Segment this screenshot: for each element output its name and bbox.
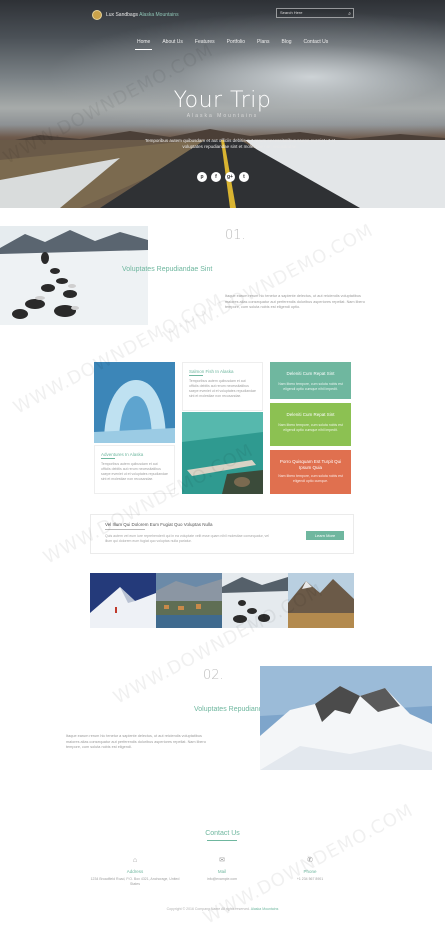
google-plus-icon[interactable]: g+ <box>225 172 235 182</box>
facebook-icon[interactable]: f <box>211 172 221 182</box>
footer-text: Copyright © 2016 Company Name All rights… <box>166 907 250 911</box>
feature-tile-title: Porro Quisquam Est Turpit Qui Ipsum Quia <box>279 459 342 470</box>
hero-section: Lux Sandbags Alaska Mountains Search Her… <box>0 0 445 208</box>
info-box-divider <box>105 529 145 530</box>
snowy-mountain-image <box>260 666 432 770</box>
brand-name: Alaska Mountains <box>139 12 179 18</box>
feature-card-divider <box>101 458 115 459</box>
contact-mail-label: Mail <box>217 869 227 874</box>
nav-portfolio[interactable]: Portfolio <box>221 38 251 46</box>
feature-tile-title: Deleniti Cum Repat Sint <box>286 412 335 417</box>
info-box-text: Quis autem vel eum iure reprehenderit qu… <box>105 534 270 543</box>
footer-link[interactable]: Alaska Mountains <box>251 907 279 911</box>
feature-card-text: Temporibus autem quibusdam et aut offici… <box>101 462 168 481</box>
feature-card-title: Salmon Fish In Alaska <box>189 369 234 374</box>
mail-icon: ✉ <box>219 857 225 864</box>
hero-sky <box>0 0 445 140</box>
contact-title: Contact Us <box>205 830 240 837</box>
home-icon: ⌂ <box>132 857 138 864</box>
social-links: p f g+ t <box>197 172 249 182</box>
contact-mail-text[interactable]: info@example.com <box>177 877 267 882</box>
contact-address-text: 1234 Broadfield Road, P.O. Box 4321, Anc… <box>90 877 180 886</box>
info-box-heading: Vel Illum Qui Dolorem Eum Fugiat Quo Vol… <box>105 522 213 527</box>
phone-icon: ✆ <box>307 857 313 864</box>
nav-features[interactable]: Features <box>189 38 221 46</box>
kayak-image <box>182 412 263 494</box>
gallery-image-sled-dogs[interactable] <box>222 573 288 628</box>
feature-tile-2[interactable]: Deleniti Cum Repat Sint Nam libero tempo… <box>270 403 351 446</box>
twitter-icon[interactable]: t <box>239 172 249 182</box>
nav-about[interactable]: About Us <box>156 38 189 46</box>
nav-contact[interactable]: Contact Us <box>298 38 335 46</box>
nav-home[interactable]: Home <box>131 38 156 50</box>
watermark: WWW.DOWNDEMO.COM <box>160 219 377 349</box>
search-icon[interactable]: ⌕ <box>348 10 351 18</box>
gallery-image-desert-mountain[interactable] <box>288 573 354 628</box>
hero-subtitle: Alaska Mountains <box>186 113 259 119</box>
contact-phone: ✆ Phone +1 234 567 8901 <box>265 856 355 882</box>
feature-card-adventures: Adventures In Alaska Temporibus autem qu… <box>94 445 175 494</box>
gallery-image-skier[interactable] <box>90 573 156 628</box>
contact-divider <box>207 840 237 841</box>
contact-address-label: Address <box>126 869 144 874</box>
brand[interactable]: Lux Sandbags Alaska Mountains <box>106 10 179 20</box>
section1-heading: Voluptates Repudiandae Sint <box>122 266 213 273</box>
search-input[interactable]: Search Here ⌕ <box>276 8 354 18</box>
search-placeholder: Search Here <box>280 10 303 15</box>
pinterest-icon[interactable]: p <box>197 172 207 182</box>
gallery-image-town[interactable] <box>156 573 222 628</box>
feature-card-text: Temporibus autem quibusdam et aut offici… <box>189 379 256 398</box>
logo-icon[interactable] <box>92 10 102 20</box>
feature-tile-text: Nam libero tempore, cum soluta nobis est… <box>278 474 343 483</box>
feature-card-title: Adventures In Alaska <box>101 452 144 457</box>
section1-paragraph: Itaque earum rerum hic tenetur a sapient… <box>225 294 365 309</box>
contact-phone-text: +1 234 567 8901 <box>296 877 324 881</box>
feature-tile-text: Nam libero tempore, cum soluta nobis est… <box>278 382 343 391</box>
feature-card-salmon: Salmon Fish In Alaska Temporibus autem q… <box>182 362 263 411</box>
contact-mail: ✉ Mail info@example.com <box>177 856 267 882</box>
contact-phone-label: Phone <box>303 869 317 874</box>
hero-text: Temporibus autem quibusdam et aut offici… <box>144 138 336 149</box>
ice-cave-image <box>94 362 175 443</box>
nav-blog[interactable]: Blog <box>276 38 298 46</box>
section2-paragraph: Itaque earum rerum hic tenetur a sapient… <box>66 734 206 749</box>
main-nav: Home About Us Features Portfolio Plans B… <box>131 38 335 50</box>
gallery <box>90 573 354 628</box>
nav-plans[interactable]: Plans <box>251 38 276 46</box>
feature-tile-1[interactable]: Deleniti Cum Repat Sint Nam libero tempo… <box>270 362 351 399</box>
learn-more-button[interactable]: Learn More <box>306 531 344 540</box>
feature-tile-text: Nam libero tempore, cum soluta nobis est… <box>278 423 343 432</box>
hero-title: Your Trip <box>173 88 272 113</box>
section2-number: 02. <box>203 668 224 683</box>
contact-address: ⌂ Address 1234 Broadfield Road, P.O. Box… <box>90 856 180 887</box>
sled-dogs-image <box>0 226 148 325</box>
brand-prefix: Lux Sandbags <box>106 12 138 18</box>
feature-tile-3[interactable]: Porro Quisquam Est Turpit Qui Ipsum Quia… <box>270 450 351 494</box>
info-box: Vel Illum Qui Dolorem Eum Fugiat Quo Vol… <box>90 514 354 554</box>
feature-card-divider <box>189 375 203 376</box>
section1-number: 01. <box>225 228 246 243</box>
footer: Copyright © 2016 Company Name All rights… <box>0 907 445 911</box>
feature-tile-title: Deleniti Cum Repat Sint <box>286 371 335 376</box>
